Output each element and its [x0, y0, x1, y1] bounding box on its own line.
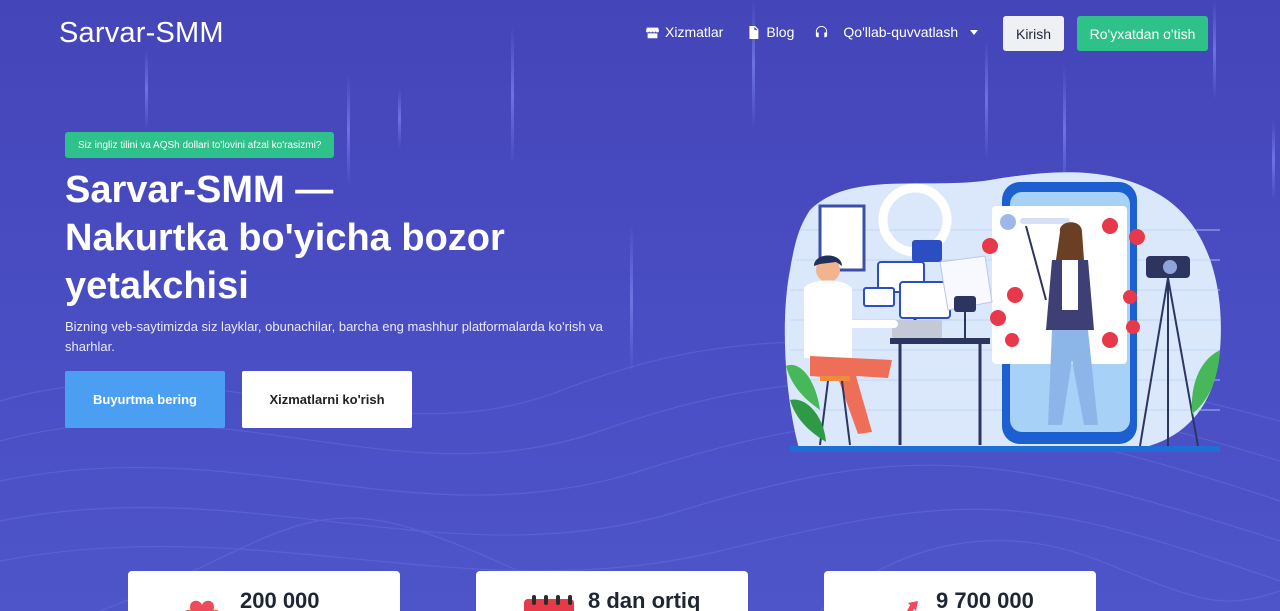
stat-card-3: 9 700 000	[824, 571, 1096, 611]
growth-arrow-icon	[906, 601, 918, 611]
view-services-button[interactable]: Xizmatlarni ko'rish	[242, 371, 412, 428]
login-button[interactable]: Kirish	[1003, 16, 1064, 51]
stat-card-1: 200 000	[128, 571, 400, 611]
register-button[interactable]: Ro'yxatdan o'tish	[1077, 16, 1208, 51]
nav-blog-label: Blog	[766, 24, 795, 40]
hero-subtitle: Bizning veb-saytimizda siz layklar, obun…	[65, 319, 603, 354]
nav-blog[interactable]: Blog	[747, 24, 794, 40]
illustration-floor	[790, 446, 1220, 452]
nav-support-label: Qo'llab-quvvatlash	[843, 24, 959, 40]
hero-title-line1: Sarvar-SMM —	[65, 169, 334, 211]
top-navbar: Sarvar-SMM Xizmatlar Blog Qo'llab-quvvat…	[0, 0, 1280, 68]
order-button[interactable]: Buyurtma bering	[65, 371, 225, 428]
ticket-icon	[524, 595, 574, 611]
language-currency-badge[interactable]: Siz ingliz tilini va AQSh dollari to'lov…	[65, 132, 335, 158]
nav-support-dropdown[interactable]: Qo'llab-quvvatlash	[814, 24, 979, 40]
hearts-icon	[185, 600, 219, 611]
stat-value-2: 8 dan ortiq	[588, 588, 701, 611]
stat-card-2: 8 dan ortiq	[476, 571, 748, 611]
brand-logo[interactable]: Sarvar-SMM	[59, 17, 224, 50]
nav-services[interactable]: Xizmatlar	[646, 24, 723, 40]
hero-illustration	[784, 172, 1221, 452]
stat-value-3: 9 700 000	[936, 588, 1034, 611]
nav-links: Xizmatlar Blog Qo'llab-quvvatlash	[646, 24, 979, 40]
nav-services-label: Xizmatlar	[665, 24, 724, 40]
hero-title: Sarvar-SMM — Nakurtka bo'yicha bozor yet…	[65, 166, 585, 310]
stat-value-1: 200 000	[240, 588, 320, 611]
hero-title-line3: yetakchisi	[65, 265, 249, 307]
chevron-down-icon	[970, 29, 979, 35]
store-icon	[646, 27, 659, 38]
hero-title-line2: Nakurtka bo'yicha bozor	[65, 217, 505, 259]
headset-icon	[816, 25, 828, 37]
document-icon	[749, 25, 759, 39]
